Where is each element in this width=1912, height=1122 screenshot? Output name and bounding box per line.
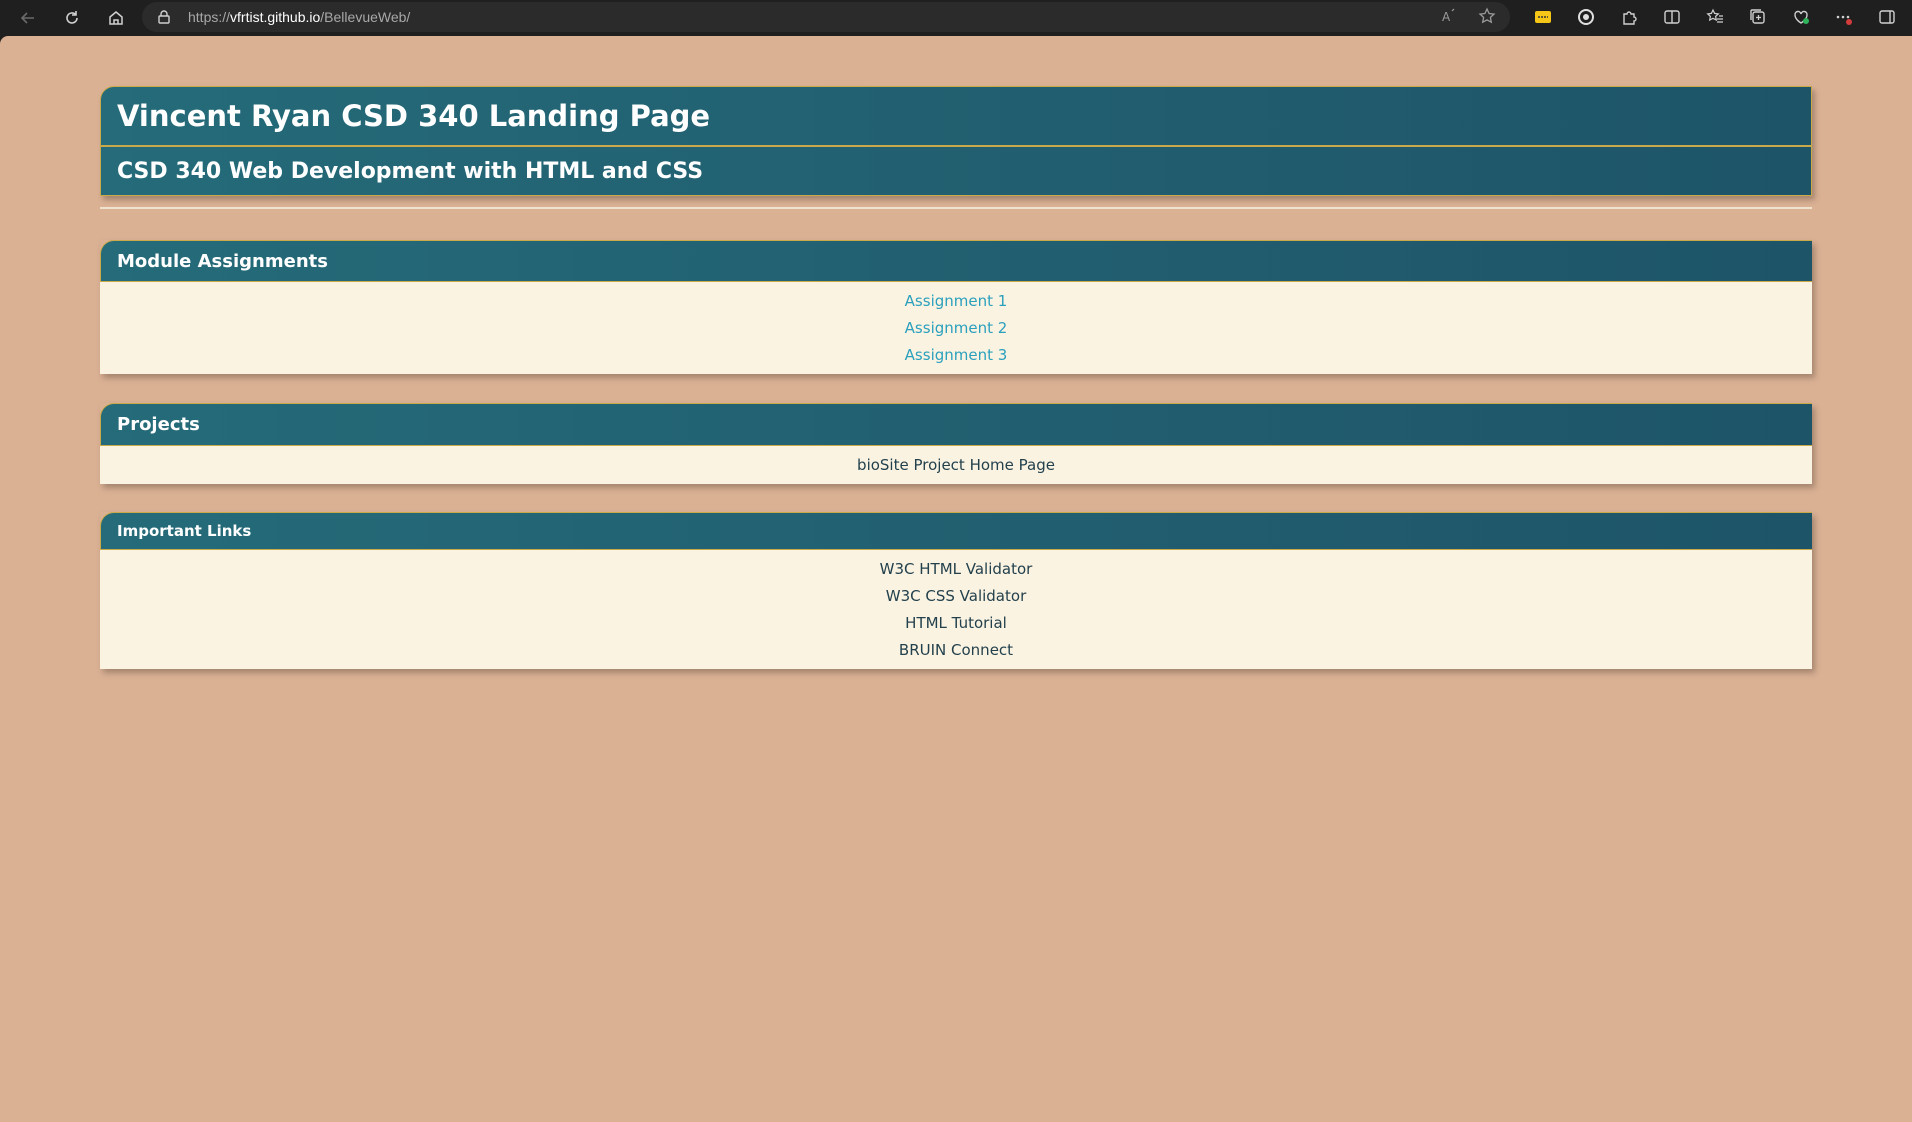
split-screen-button[interactable] bbox=[1661, 6, 1683, 28]
browser-essentials-button[interactable] bbox=[1790, 6, 1812, 28]
split-screen-icon bbox=[1664, 10, 1680, 24]
projects-section: Projects bioSite Project Home Page bbox=[100, 403, 1812, 484]
html-tutorial-link[interactable]: HTML Tutorial bbox=[905, 610, 1007, 637]
w3c-css-validator-link[interactable]: W3C CSS Validator bbox=[886, 583, 1026, 610]
favorites-icon bbox=[1706, 8, 1723, 23]
assignment-3-link[interactable]: Assignment 3 bbox=[905, 342, 1008, 369]
more-menu-icon bbox=[1836, 15, 1852, 25]
bruin-connect-link[interactable]: BRUIN Connect bbox=[899, 637, 1013, 664]
extensions-button[interactable] bbox=[1618, 6, 1640, 28]
collections-icon bbox=[1750, 9, 1765, 24]
home-icon bbox=[109, 10, 123, 25]
back-button[interactable] bbox=[10, 3, 46, 33]
page-title: Vincent Ryan CSD 340 Landing Page bbox=[101, 87, 1811, 147]
important-links-list: W3C HTML Validator W3C CSS Validator HTM… bbox=[100, 550, 1812, 669]
address-bar[interactable]: https://vfrtist.github.io/BellevueWeb/ A bbox=[142, 2, 1510, 32]
assignment-2-link[interactable]: Assignment 2 bbox=[905, 315, 1008, 342]
extension-circle-icon bbox=[1578, 9, 1594, 25]
favorites-button[interactable] bbox=[1704, 6, 1726, 28]
important-links-section: Important Links W3C HTML Validator W3C C… bbox=[100, 512, 1812, 669]
svg-text:A: A bbox=[1442, 10, 1451, 24]
sidebar-icon bbox=[1879, 10, 1895, 24]
header-banner: Vincent Ryan CSD 340 Landing Page CSD 34… bbox=[100, 86, 1812, 196]
refresh-icon bbox=[66, 10, 78, 24]
read-aloud-icon[interactable]: A bbox=[1440, 7, 1458, 25]
extension-yellow-icon bbox=[1535, 11, 1551, 23]
favorite-star-icon[interactable] bbox=[1478, 7, 1496, 25]
module-assignments-section: Module Assignments Assignment 1 Assignme… bbox=[100, 240, 1812, 374]
w3c-html-validator-link[interactable]: W3C HTML Validator bbox=[880, 556, 1033, 583]
extension-circle-button[interactable] bbox=[1575, 6, 1597, 28]
page-viewport: Vincent Ryan CSD 340 Landing Page CSD 34… bbox=[0, 36, 1912, 1122]
page-header: Vincent Ryan CSD 340 Landing Page CSD 34… bbox=[100, 86, 1812, 209]
browser-tools bbox=[1532, 6, 1898, 28]
home-button[interactable] bbox=[98, 3, 134, 33]
back-icon bbox=[20, 11, 34, 24]
browser-toolbar: https://vfrtist.github.io/BellevueWeb/ A bbox=[0, 0, 1912, 35]
assignment-1-link[interactable]: Assignment 1 bbox=[905, 288, 1008, 315]
biosite-project-link[interactable]: bioSite Project Home Page bbox=[857, 452, 1055, 479]
module-assignments-list: Assignment 1 Assignment 2 Assignment 3 bbox=[100, 282, 1812, 374]
lock-icon[interactable] bbox=[156, 9, 172, 25]
extension-yellow-button[interactable] bbox=[1532, 6, 1554, 28]
browser-essentials-icon bbox=[1794, 10, 1809, 24]
sidebar-button[interactable] bbox=[1876, 6, 1898, 28]
url-text[interactable]: https://vfrtist.github.io/BellevueWeb/ bbox=[188, 9, 410, 25]
extensions-puzzle-icon bbox=[1623, 11, 1637, 25]
refresh-button[interactable] bbox=[54, 3, 90, 33]
module-assignments-heading: Module Assignments bbox=[100, 240, 1812, 282]
more-menu-button[interactable] bbox=[1833, 6, 1855, 28]
page-subtitle: CSD 340 Web Development with HTML and CS… bbox=[117, 158, 704, 184]
projects-heading: Projects bbox=[100, 403, 1812, 446]
important-links-heading: Important Links bbox=[100, 512, 1812, 550]
projects-list: bioSite Project Home Page bbox=[100, 446, 1812, 484]
header-divider bbox=[100, 207, 1812, 209]
collections-button[interactable] bbox=[1747, 6, 1769, 28]
